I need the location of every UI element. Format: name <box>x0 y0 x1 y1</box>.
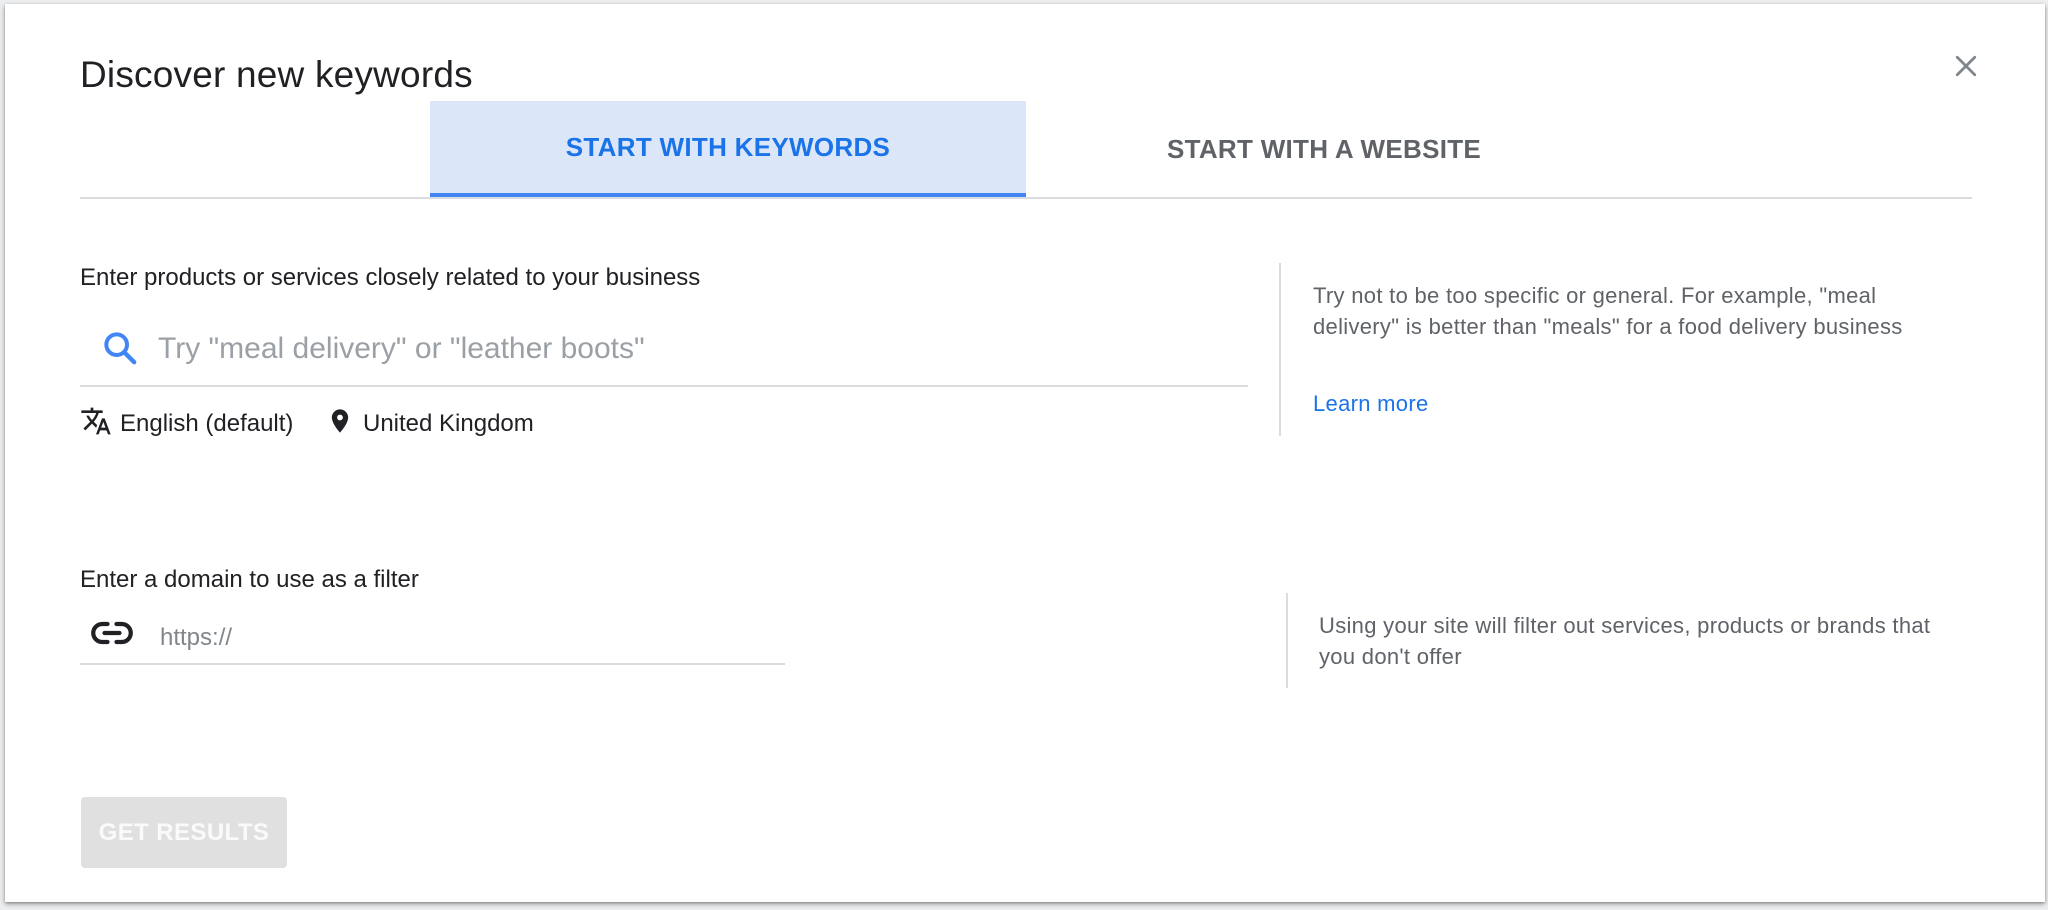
translate-icon <box>81 407 111 435</box>
tab-start-with-keywords[interactable]: START WITH KEYWORDS <box>430 101 1026 197</box>
keywords-input[interactable] <box>158 326 1238 372</box>
keywords-help-divider <box>1279 263 1281 436</box>
domain-field-label: Enter a domain to use as a filter <box>80 566 419 593</box>
dialog-content: Discover new keywords START WITH KEYWORD… <box>0 0 2048 910</box>
domain-input[interactable] <box>160 620 780 656</box>
tab-start-with-website[interactable]: START WITH A WEBSITE <box>1026 101 1622 197</box>
dialog-title: Discover new keywords <box>80 54 473 95</box>
tabs-divider <box>80 197 1972 199</box>
location-pin-icon <box>331 409 349 433</box>
learn-more-link[interactable]: Learn more <box>1313 391 1429 417</box>
link-icon <box>91 621 133 645</box>
get-results-button[interactable]: GET RESULTS <box>81 797 287 868</box>
location-selector[interactable]: United Kingdom <box>363 410 534 438</box>
domain-help-divider <box>1286 593 1288 688</box>
keywords-help-text: Try not to be too specific or general. F… <box>1313 283 1903 339</box>
close-button[interactable] <box>1944 44 1988 88</box>
language-selector[interactable]: English (default) <box>120 410 293 438</box>
close-icon <box>1955 55 1977 77</box>
keywords-input-underline <box>80 385 1248 387</box>
domain-help-text: Using your site will filter out services… <box>1319 613 1931 669</box>
domain-input-underline <box>80 663 785 665</box>
keywords-field-label: Enter products or services closely relat… <box>80 264 701 291</box>
discover-keywords-dialog: Discover new keywords START WITH KEYWORD… <box>5 4 2045 902</box>
search-icon <box>104 332 137 365</box>
